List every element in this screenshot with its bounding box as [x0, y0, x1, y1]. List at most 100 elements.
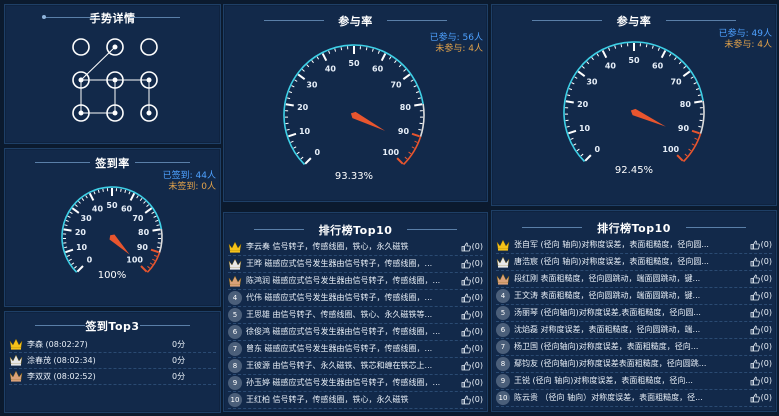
top3-score: 0分: [172, 339, 186, 349]
thumbs-up-icon: [461, 395, 472, 405]
gauge-arc: [402, 136, 422, 166]
like-button[interactable]: (0): [461, 344, 483, 354]
gauge-tick: [411, 146, 415, 149]
thumbs-up-icon: [750, 291, 761, 301]
like-button[interactable]: (0): [461, 276, 483, 286]
gauge-tick-label: 90: [137, 243, 149, 252]
rank-number-badge: 10: [496, 390, 510, 405]
rank-number-badge: 5: [496, 305, 510, 320]
like-button[interactable]: (0): [750, 240, 772, 250]
gauge-tick: [288, 91, 293, 94]
ranking-row: 段红刚 表面粗糙度，径向圆跳动，端面圆跳动，键... (0): [496, 270, 772, 288]
gauge-tick-label: 90: [398, 127, 410, 136]
gauge-tick: [67, 215, 71, 218]
like-button[interactable]: (0): [750, 393, 772, 403]
like-button[interactable]: (0): [461, 242, 483, 252]
like-button[interactable]: (0): [750, 274, 772, 284]
gauge-arc: [146, 252, 161, 273]
like-count: (0): [760, 359, 772, 368]
title-line: [522, 227, 582, 228]
like-count: (0): [471, 344, 483, 353]
like-button[interactable]: (0): [750, 308, 772, 318]
gauge-tick: [152, 258, 156, 262]
ranking-entry-text: 汤丽琴 (径向轴向)对称度误差,表面粗糙度，径向圆...: [514, 308, 701, 317]
gauge-tick: [573, 143, 577, 146]
gauge-tick-label: 100: [382, 148, 399, 157]
like-button[interactable]: (0): [750, 325, 772, 335]
gauge-tick: [418, 128, 422, 131]
thumbs-up-icon: [461, 378, 472, 388]
thumbs-up-icon: [750, 342, 761, 352]
gauge-needle: [350, 111, 386, 131]
gauge-arc: [699, 100, 705, 134]
gauge-tick: [290, 140, 294, 143]
ranking-row: 9 王锐 (径向 轴向)对称度误差，表面粗糙度，径向... (0): [496, 372, 772, 390]
like-button[interactable]: (0): [750, 376, 772, 386]
top3-panel: 签到Top3 李森 (08:02:27) 0分 涂春茂 (08:02:34) 0分 李双…: [4, 311, 221, 413]
like-button[interactable]: (0): [461, 378, 483, 388]
gauge-tick-label: 0: [314, 148, 320, 157]
ranking-row: 陈鸿润 磁感应式信号发生器由信号转子，传感线圈，... (0): [228, 272, 483, 290]
gesture-panel: 手势详情: [4, 4, 221, 144]
ranking-entry-text: 王红柏 信号转子，传感线圈，铁心，永久磁铁: [246, 395, 409, 404]
gauge-tick-label: 100: [126, 256, 143, 265]
gauge-tick: [684, 153, 688, 157]
like-button[interactable]: (0): [461, 259, 483, 269]
like-button[interactable]: (0): [461, 361, 483, 371]
gauge-tick: [584, 154, 592, 162]
gauge-tick-label: 70: [670, 77, 682, 86]
gauge-tick-label: 30: [306, 80, 318, 89]
top3-row: 李双双 (08:02:52) 0分: [9, 368, 216, 385]
like-count: (0): [760, 257, 772, 266]
like-button[interactable]: (0): [750, 342, 772, 352]
gauge-tick: [694, 100, 703, 104]
gauge-tick: [68, 258, 72, 262]
gauge-tick: [690, 76, 694, 79]
gauge-tick: [691, 143, 695, 146]
gauge-tick: [340, 47, 343, 51]
thumbs-up-icon: [461, 293, 472, 303]
top3-title: 签到Top3: [85, 320, 140, 333]
gauge-tick: [668, 53, 672, 57]
ranking-row: 10 陈云贵 （径向 轴向）对称度误差，表面粗糙度，径... (0): [496, 389, 772, 407]
gauge-tick: [144, 207, 153, 214]
gauge-tick: [154, 254, 158, 257]
like-button[interactable]: (0): [750, 257, 772, 267]
like-count: (0): [760, 376, 772, 385]
gauge-tick-label: 30: [81, 214, 93, 223]
ranking-row: 5 汤丽琴 (径向轴向)对称度误差,表面粗糙度，径向圆... (0): [496, 304, 772, 322]
like-button[interactable]: (0): [461, 327, 483, 337]
like-button[interactable]: (0): [461, 310, 483, 320]
like-button[interactable]: (0): [750, 359, 772, 369]
gauge-tick: [296, 151, 300, 155]
ranking-row: 8 王彼源 由信号转子、永久磁铁、铁芯和缠在铁芯上... (0): [228, 357, 483, 375]
gauge-tick-label: 60: [372, 65, 384, 74]
participation-percent-2: 92.45%: [614, 165, 654, 176]
gauge-tick: [683, 65, 687, 69]
gauge-tick: [674, 57, 677, 61]
ranking-row: 王晔 磁感应式信号发生器由信号转子，传感线圈，... (0): [228, 255, 483, 273]
ranking-entry-text: 曾东 磁感应式信号发生器由信号转子，传感线圈，...: [246, 344, 433, 353]
like-button[interactable]: (0): [461, 395, 483, 405]
like-count: (0): [471, 293, 483, 302]
ranking-entry-text: 鄢钧友 (径向轴向)对称度误差表面粗糙度，径向圆跳...: [514, 359, 707, 368]
like-button[interactable]: (0): [461, 293, 483, 303]
gauge-tick-label: 80: [400, 103, 412, 112]
like-button[interactable]: (0): [750, 291, 772, 301]
gauge-tick: [136, 195, 139, 199]
gauge-tick: [149, 262, 153, 265]
ranking-row: 4 王文涛 表面粗糙度，径向圆跳动，端面圆跳动，键... (0): [496, 287, 772, 305]
like-count: (0): [760, 393, 772, 402]
gauge-tick: [377, 50, 380, 54]
like-count: (0): [471, 361, 483, 370]
gauge-tick: [65, 248, 74, 254]
ranking-entry-text: 代伟 磁感应式信号发生器由信号转子，传感线圈，...: [246, 293, 433, 302]
gauge-tick: [316, 56, 320, 60]
rank-number-badge: 6: [496, 322, 510, 337]
gauge-tick: [81, 197, 85, 201]
gauge-tick: [566, 125, 570, 128]
like-count: (0): [760, 274, 772, 283]
gauge-tick-label: 10: [579, 124, 591, 133]
rank-number-badge: 10: [228, 392, 242, 407]
gauge-arc: [419, 103, 425, 137]
